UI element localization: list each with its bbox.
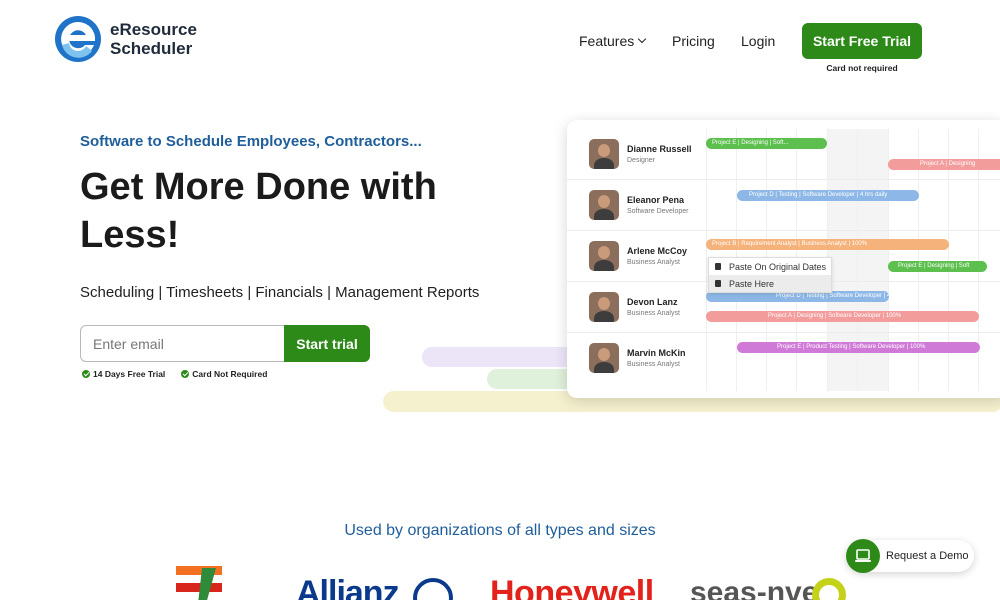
resource-row[interactable]: Eleanor Pena Software Developer [567, 180, 1000, 231]
headline-line-2: Less! [80, 214, 180, 256]
nav-login-label: Login [741, 33, 776, 49]
task-bar[interactable]: Project B | Requirement Analyst | Busine… [706, 239, 949, 250]
nav-pricing[interactable]: Pricing [672, 33, 715, 49]
signup-form: Start trial [80, 325, 370, 362]
clipboard-icon [715, 280, 721, 287]
resource-role: Business Analyst [627, 361, 680, 368]
menu-item-paste-here[interactable]: Paste Here [709, 275, 831, 292]
client-logo-allianz: Allianz [296, 574, 400, 600]
request-demo-label: Request a Demo [886, 550, 969, 562]
task-bar[interactable]: Project A | Designing [888, 159, 1000, 170]
logo-text-bottom: Scheduler [110, 39, 193, 58]
task-bar[interactable]: Project E | Designing | Soft... [706, 138, 827, 149]
resource-name: Marvin McKin [627, 348, 686, 358]
resource-role: Designer [627, 157, 656, 164]
resource-row[interactable]: Dianne Russell Designer [567, 129, 1000, 180]
check-item: Card Not Required [181, 369, 267, 379]
menu-item-paste-original[interactable]: Paste On Original Dates [709, 258, 831, 275]
allianz-eagle-icon [413, 578, 453, 600]
task-bar[interactable]: Project D | Testing | Software Developer… [737, 190, 919, 201]
resource-role: Business Analyst [627, 310, 680, 317]
avatar [589, 139, 619, 169]
hero-subline: Scheduling | Timesheets | Financials | M… [80, 284, 480, 301]
logo-text-top: eResource [110, 20, 197, 39]
nav-features-label: Features [579, 33, 635, 49]
avatar [589, 190, 619, 220]
resource-name: Devon Lanz [627, 297, 678, 307]
task-bar[interactable]: Project E | Product Testing | Software D… [737, 342, 980, 353]
headline-line-1: Get More Done with [80, 166, 437, 208]
hero-eyebrow: Software to Schedule Employees, Contract… [80, 133, 422, 150]
resource-name: Eleanor Pena [627, 195, 685, 205]
request-demo-button[interactable]: Request a Demo [846, 539, 974, 573]
chevron-down-icon [638, 34, 647, 44]
nav-pricing-label: Pricing [672, 33, 715, 49]
client-logo-honeywell: Honeywell [490, 574, 654, 600]
scheduler-preview: Dianne Russell Designer Eleanor Pena Sof… [567, 120, 1000, 398]
logo-e-icon [55, 16, 101, 62]
resource-role: Software Developer [627, 208, 689, 215]
hero-headline: Get More Done with Less! [80, 163, 480, 259]
resource-row[interactable]: Marvin McKin Business Analyst [567, 333, 1000, 384]
menu-item-label: Paste Here [729, 278, 775, 289]
client-logo-7-eleven [176, 566, 222, 600]
nav-features[interactable]: Features [579, 33, 647, 49]
task-bar[interactable]: Project E | Designing | Soft [888, 261, 987, 272]
task-bar[interactable]: Project A | Designing | Software Develop… [706, 311, 979, 322]
seas-nve-ring-icon [812, 578, 846, 600]
check-label: 14 Days Free Trial [93, 369, 166, 379]
start-free-trial-button[interactable]: Start Free Trial [802, 23, 922, 59]
resource-name: Arlene McCoy [627, 246, 688, 256]
check-circle-icon [82, 370, 90, 378]
client-logo-seas-nve: seas-nve [690, 576, 819, 600]
nav-login[interactable]: Login [741, 33, 775, 49]
start-trial-button[interactable]: Start trial [284, 325, 370, 362]
context-menu: Paste On Original Dates Paste Here [708, 257, 832, 293]
laptop-icon [846, 539, 880, 573]
avatar [589, 292, 619, 322]
resource-name: Dianne Russell [627, 144, 692, 154]
check-circle-icon [181, 370, 190, 378]
check-label: Card Not Required [192, 369, 268, 379]
card-not-required-note: Card not required [826, 63, 898, 73]
check-item: 14 Days Free Trial [82, 369, 165, 379]
avatar [589, 343, 619, 373]
clipboard-icon [715, 263, 721, 270]
resource-role: Business Analyst [627, 259, 680, 266]
menu-item-label: Paste On Original Dates [729, 261, 827, 272]
email-input[interactable] [80, 325, 290, 362]
clients-heading: Used by organizations of all types and s… [344, 522, 656, 539]
trial-checks: 14 Days Free Trial Card Not Required [82, 369, 283, 379]
brand-logo[interactable]: eResource Scheduler [54, 15, 197, 63]
avatar [589, 241, 619, 271]
